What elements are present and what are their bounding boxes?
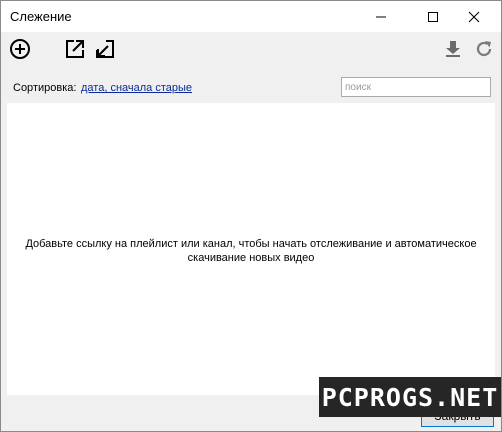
sort-order-link[interactable]: дата, сначала старые [81, 82, 192, 94]
window-title: Слежение [10, 9, 72, 24]
tracking-window: Слежение Сортировка: дата, сначала стары… [0, 0, 502, 432]
close-window-button[interactable] [456, 1, 492, 32]
empty-state-message: Добавьте ссылку на плейлист или канал, ч… [25, 238, 477, 264]
refresh-icon [476, 41, 492, 57]
minimize-icon [376, 16, 386, 17]
watermark: PCPROGS.NET [319, 377, 501, 417]
sort-bar: Сортировка: дата, сначала старые [1, 75, 501, 101]
minimize-button[interactable] [363, 1, 399, 32]
export-icon [66, 40, 84, 58]
import-icon [96, 40, 114, 58]
add-icon [10, 39, 30, 59]
download-icon [446, 41, 460, 57]
import-button[interactable] [92, 36, 118, 62]
download-button[interactable] [440, 36, 466, 62]
maximize-button[interactable] [415, 1, 451, 32]
title-bar[interactable]: Слежение [1, 1, 501, 32]
search-input[interactable] [341, 77, 491, 97]
close-icon [468, 11, 480, 22]
tracking-list: Добавьте ссылку на плейлист или канал, ч… [7, 103, 495, 395]
export-button[interactable] [62, 36, 88, 62]
toolbar [1, 32, 501, 66]
maximize-icon [428, 11, 438, 22]
add-button[interactable] [7, 36, 33, 62]
refresh-button[interactable] [471, 36, 497, 62]
sort-label: Сортировка: [13, 82, 77, 94]
